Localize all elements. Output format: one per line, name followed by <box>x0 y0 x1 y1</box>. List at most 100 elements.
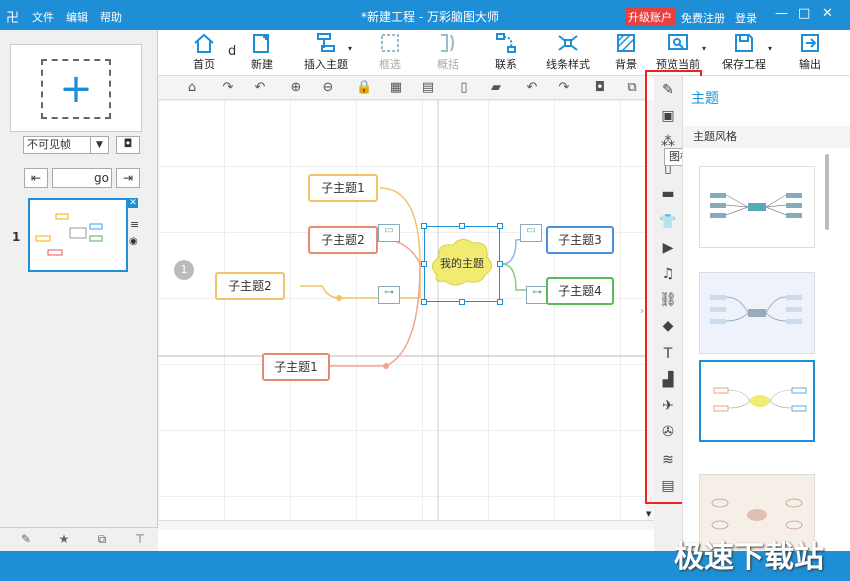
zoom-in-icon[interactable]: ⊕ <box>288 80 304 96</box>
frame-number: 1 <box>12 230 21 244</box>
rotate-right-icon[interactable]: ↷ <box>220 80 236 96</box>
register-link[interactable]: 免费注册 <box>681 10 725 26</box>
subtopic-node[interactable]: 子主题4 <box>546 277 614 305</box>
link-node-icon-right[interactable]: ⊶ <box>526 286 548 304</box>
theme-panel: 主题 主题风格 <box>682 76 850 556</box>
menu-file[interactable]: 文件 <box>32 9 54 25</box>
camera-button[interactable]: ◘ <box>116 136 140 154</box>
mindmap-canvas[interactable]: ▭ ⊶ ▭ ⊶ 1 <box>158 100 646 520</box>
resize-handle[interactable] <box>459 223 465 229</box>
line-style-button[interactable]: 线条样式 <box>538 32 598 74</box>
box-select-button[interactable]: 框选 <box>364 32 416 74</box>
insert-topic-label: 插入主题 <box>304 58 348 71</box>
sub-toolbar: ⌂ ↷ ↶ ⊕ ⊖ 🔒 ▦ ▤ ▯ ▰ ↶ ↷ ◘ ⧉ <box>158 76 646 100</box>
thumbnail-preview <box>35 213 103 256</box>
subtopic-node[interactable]: 子主题2 <box>215 272 285 300</box>
new-icon <box>253 34 269 53</box>
subtopic-node[interactable]: 子主题1 <box>262 353 330 381</box>
new-label: 新建 <box>251 58 273 71</box>
box-select-icon <box>381 34 399 52</box>
panel-scrollbar[interactable] <box>825 154 829 230</box>
go-input[interactable]: go <box>52 168 112 188</box>
resize-handle[interactable] <box>421 223 427 229</box>
frame-star-icon[interactable]: ★ <box>56 532 72 548</box>
link-label: 联系 <box>495 58 517 71</box>
theme-style-item-selected[interactable] <box>699 360 815 442</box>
link-node-icon[interactable]: ⊶ <box>378 286 400 304</box>
home-label: 首页 <box>193 58 215 71</box>
app-logo: 卍 <box>6 11 20 26</box>
preview-button[interactable]: 预览当前 <box>648 32 708 74</box>
menu-help[interactable]: 帮助 <box>100 9 122 25</box>
window-icon[interactable]: ⧉ <box>624 80 640 96</box>
theme-style-item[interactable] <box>699 272 815 354</box>
save-project-label: 保存工程 <box>722 58 766 71</box>
chevron-down-icon: ▼ <box>90 137 108 153</box>
resize-handle[interactable] <box>421 299 427 305</box>
lock-icon[interactable]: 🔒 <box>356 80 372 96</box>
horizontal-scrollbar[interactable] <box>158 520 654 530</box>
close-icon[interactable]: ✕ <box>822 6 833 21</box>
collapse-arrow-icon[interactable]: › <box>640 306 644 317</box>
login-link[interactable]: 登录 <box>735 10 757 26</box>
frame-copy-icon[interactable]: ⧉ <box>94 532 110 548</box>
frame-thumbnail[interactable] <box>28 198 128 272</box>
frame-view-icon[interactable]: ◉ <box>129 236 138 247</box>
central-topic[interactable]: 我的主题 <box>421 223 503 305</box>
theme-style-item[interactable] <box>699 166 815 248</box>
subtopic-node[interactable]: 子主题1 <box>308 174 378 202</box>
delete-frame-icon[interactable]: ✕ <box>128 198 138 208</box>
theme-preview <box>713 387 807 412</box>
background-button[interactable]: 背景 <box>600 32 652 74</box>
minimize-icon[interactable]: — <box>775 6 788 21</box>
grid-off-icon[interactable]: ▤ <box>420 80 436 96</box>
link-icon <box>496 33 516 53</box>
preview-dropdown-icon[interactable]: ▾ <box>702 44 706 53</box>
subtopic-node[interactable]: 子主题3 <box>546 226 614 254</box>
rotate-left-icon[interactable]: ↶ <box>252 80 268 96</box>
insert-topic-button[interactable]: 插入主题 <box>296 32 356 74</box>
export-label: 输出 <box>799 58 821 71</box>
export-button[interactable]: 输出 <box>784 32 836 74</box>
copy-icon[interactable]: ▯ <box>456 80 472 96</box>
upgrade-button[interactable]: 升级账户 <box>625 8 675 26</box>
menu-edit[interactable]: 编辑 <box>66 9 88 25</box>
resize-handle[interactable] <box>421 261 427 267</box>
export-icon <box>801 34 819 52</box>
undo-icon[interactable]: ↶ <box>524 80 540 96</box>
first-frame-button[interactable]: ⇤ <box>24 168 48 188</box>
insert-dropdown-icon[interactable]: ▾ <box>348 44 352 53</box>
note-icon[interactable]: ▭ <box>378 224 400 242</box>
resize-handle[interactable] <box>497 261 503 267</box>
summary-button[interactable]: 概括 <box>422 32 474 74</box>
new-button[interactable]: 新建 <box>236 32 288 74</box>
frame-top-icon[interactable]: ⊤ <box>132 532 148 548</box>
resize-handle[interactable] <box>497 223 503 229</box>
insert-topic-icon <box>317 33 335 52</box>
link-button[interactable]: 联系 <box>480 32 532 74</box>
background-icon <box>617 34 635 52</box>
main-toolbar: 首页 d 新建 插入主题 ▾ 框选 概括 联系 线条样式 背景 预览当前 ▾ 保… <box>158 30 850 76</box>
paste-icon[interactable]: ▰ <box>488 80 504 96</box>
redo-icon[interactable]: ↷ <box>556 80 572 96</box>
box-select-label: 框选 <box>379 58 401 71</box>
subtopic-node[interactable]: 子主题2 <box>308 226 378 254</box>
scroll-down-icon[interactable]: ▼ <box>646 510 651 518</box>
grid-icon[interactable]: ▦ <box>388 80 404 96</box>
save-project-button[interactable]: 保存工程 <box>714 32 774 74</box>
last-frame-button[interactable]: ⇥ <box>116 168 140 188</box>
maximize-icon[interactable]: □ <box>798 6 810 21</box>
add-frame-button[interactable]: + <box>10 44 142 132</box>
frame-menu-icon[interactable]: ≡ <box>130 218 139 231</box>
home-button[interactable]: 首页 <box>178 32 230 74</box>
note-icon-right[interactable]: ▭ <box>520 224 542 242</box>
home-small-icon[interactable]: ⌂ <box>184 80 200 96</box>
marker-badge[interactable]: 1 <box>174 260 194 280</box>
edit-frame-icon[interactable]: ✎ <box>18 532 34 548</box>
zoom-out-icon[interactable]: ⊖ <box>320 80 336 96</box>
save-dropdown-icon[interactable]: ▾ <box>768 44 772 53</box>
resize-handle[interactable] <box>459 299 465 305</box>
frame-visibility-select[interactable]: 不可见帧 ▼ <box>23 136 109 154</box>
resize-handle[interactable] <box>497 299 503 305</box>
camera-icon[interactable]: ◘ <box>592 80 608 96</box>
